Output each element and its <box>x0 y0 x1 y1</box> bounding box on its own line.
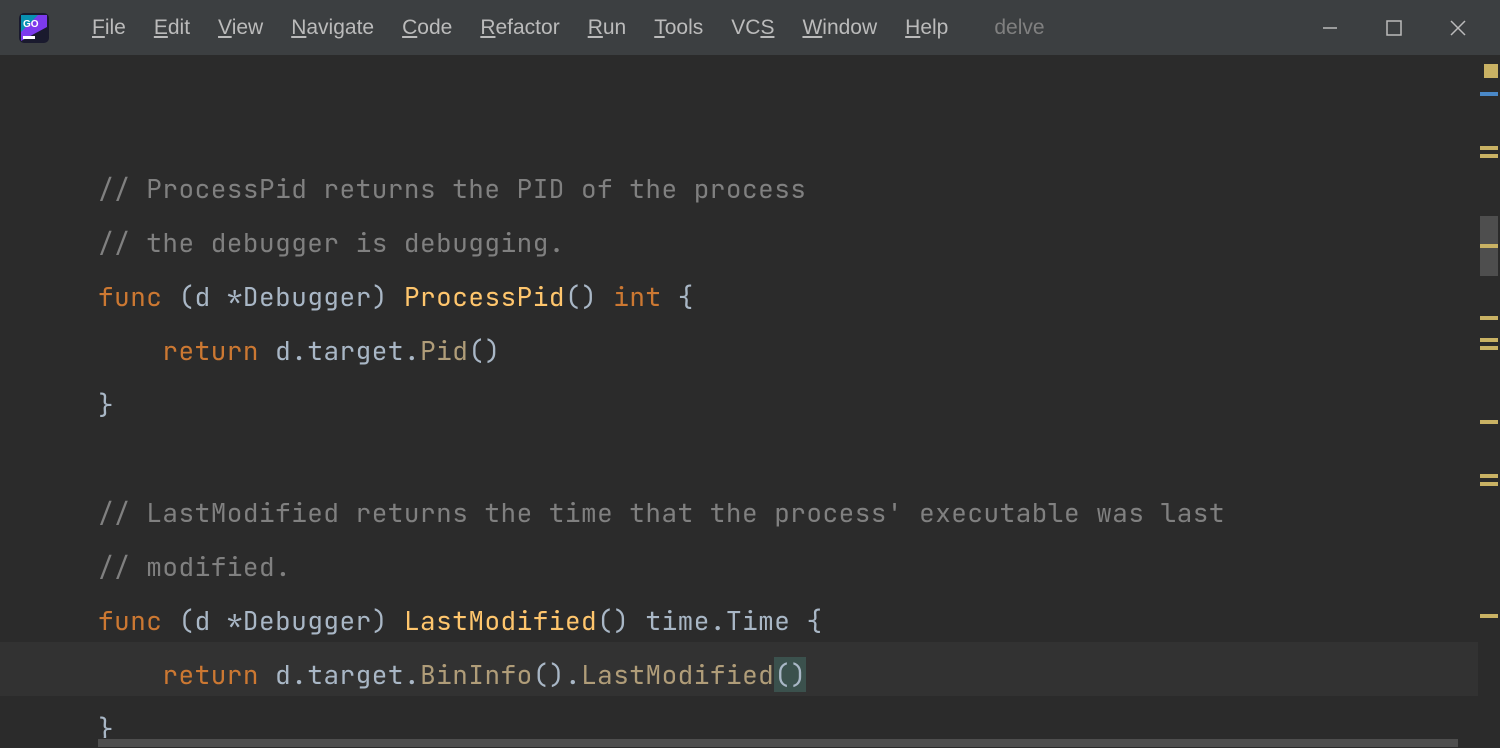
menu-items: FileEditViewNavigateCodeRefactorRunTools… <box>78 10 962 46</box>
menu-View[interactable]: View <box>204 10 277 46</box>
scroll-marker[interactable] <box>1480 154 1498 158</box>
menu-Code[interactable]: Code <box>388 10 466 46</box>
code-editor[interactable]: // ProcessPid returns the PID of the pro… <box>0 56 1478 738</box>
maximize-button[interactable] <box>1362 0 1426 56</box>
vertical-scrollbar[interactable] <box>1478 56 1500 738</box>
menu-VCS[interactable]: VCS <box>717 10 788 46</box>
scroll-marker[interactable] <box>1484 64 1498 78</box>
menu-Refactor[interactable]: Refactor <box>466 10 573 46</box>
menubar: GO FileEditViewNavigateCodeRefactorRunTo… <box>0 0 1500 56</box>
goland-app-icon: GO <box>18 12 50 44</box>
horizontal-scroll-thumb[interactable] <box>98 739 1458 747</box>
scroll-marker[interactable] <box>1480 146 1498 150</box>
scroll-marker[interactable] <box>1480 482 1498 486</box>
menu-File[interactable]: File <box>78 10 140 46</box>
project-name: delve <box>994 16 1044 40</box>
svg-text:GO: GO <box>23 19 39 30</box>
close-button[interactable] <box>1426 0 1490 56</box>
menu-Help[interactable]: Help <box>891 10 962 46</box>
scroll-marker[interactable] <box>1480 420 1498 424</box>
scroll-marker[interactable] <box>1480 346 1498 350</box>
menu-Tools[interactable]: Tools <box>640 10 717 46</box>
menu-Navigate[interactable]: Navigate <box>277 10 388 46</box>
minimize-button[interactable] <box>1298 0 1362 56</box>
window-controls <box>1298 0 1490 56</box>
scroll-marker[interactable] <box>1480 92 1498 96</box>
menu-Run[interactable]: Run <box>574 10 641 46</box>
horizontal-scrollbar[interactable] <box>0 738 1478 748</box>
scroll-marker[interactable] <box>1480 338 1498 342</box>
scroll-marker[interactable] <box>1480 244 1498 248</box>
scroll-marker[interactable] <box>1480 316 1498 320</box>
menu-Window[interactable]: Window <box>788 10 891 46</box>
code-area[interactable]: // ProcessPid returns the PID of the pro… <box>0 56 1478 738</box>
menu-Edit[interactable]: Edit <box>140 10 204 46</box>
scroll-marker[interactable] <box>1480 614 1498 618</box>
scroll-marker[interactable] <box>1480 474 1498 478</box>
